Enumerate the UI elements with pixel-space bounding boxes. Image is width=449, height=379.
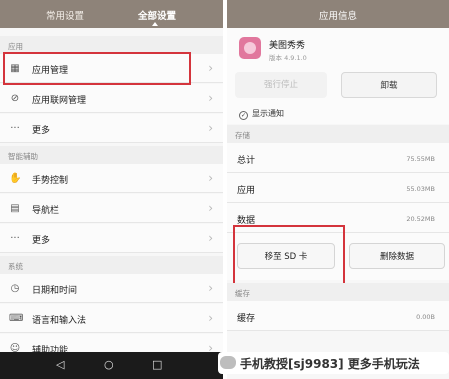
storage-row-total: 总计 75.55MB	[227, 143, 449, 173]
chevron-right-icon: ›	[208, 201, 213, 215]
chevron-right-icon: ›	[208, 91, 213, 105]
chevron-right-icon: ›	[208, 281, 213, 295]
chevron-right-icon: ›	[208, 311, 213, 325]
notification-label: 显示通知	[252, 109, 284, 118]
app-info-screen: 应用信息 美图秀秀 版本 4.9.1.0 强行停止 卸载 ✓ 显示通知 存储 总计…	[227, 0, 449, 379]
wechat-watermark: 手机教授[sj9983] 更多手机玩法	[218, 352, 449, 374]
storage-key: 应用	[237, 186, 256, 196]
settings-item-label: 导航栏	[32, 206, 60, 216]
more-dots-icon: ···	[10, 123, 20, 134]
screenshot-stage: 常用设置 全部设置 应用 ▦ 应用管理 › ⊘ 应用联网管理 › ··· 更多 …	[0, 0, 449, 379]
force-stop-button[interactable]: 强行停止	[235, 72, 327, 98]
clear-data-button[interactable]: 删除数据	[349, 243, 445, 269]
section-header-storage: 存储	[227, 125, 449, 143]
gesture-icon: ✋	[9, 173, 22, 184]
settings-item-label: 日期和时间	[32, 286, 78, 296]
highlight-app-management	[3, 52, 191, 85]
android-navbar: ◁ ○ □	[0, 352, 223, 379]
navbar-icon: ▤	[10, 203, 20, 214]
app-info-titlebar: 应用信息	[227, 0, 449, 28]
section-header-cache: 缓存	[227, 283, 449, 301]
highlight-move-to-sd	[233, 225, 345, 287]
settings-item-language[interactable]: ⌨ 语言和输入法 ›	[0, 304, 223, 333]
meitu-app-icon	[239, 37, 261, 59]
active-tab-indicator	[152, 22, 158, 26]
page-title: 应用信息	[318, 11, 357, 22]
chevron-right-icon: ›	[208, 61, 213, 75]
network-icon: ⊘	[10, 93, 20, 104]
settings-titlebar: 常用设置 全部设置	[0, 0, 223, 28]
recents-icon[interactable]: □	[152, 358, 162, 371]
settings-item-navbar[interactable]: ▤ 导航栏 ›	[0, 194, 223, 223]
show-notification-toggle[interactable]: ✓ 显示通知	[239, 108, 284, 120]
settings-item-app-network[interactable]: ⊘ 应用联网管理 ›	[0, 84, 223, 113]
app-name: 美图秀秀	[269, 41, 306, 51]
settings-item-label: 更多	[32, 236, 51, 246]
settings-item-label: 应用联网管理	[32, 96, 87, 106]
app-version: 版本 4.9.1.0	[269, 54, 307, 62]
cache-key: 缓存	[237, 314, 256, 324]
watermark-text: 手机教授[sj9983] 更多手机玩法	[240, 357, 420, 371]
keyboard-icon: ⌨	[9, 313, 24, 324]
cache-row: 缓存 0.00B	[227, 301, 449, 331]
more-dots-icon: ···	[10, 233, 20, 244]
settings-item-gesture[interactable]: ✋ 手势控制 ›	[0, 164, 223, 193]
settings-item-label: 手势控制	[32, 176, 69, 186]
settings-item-more-apps[interactable]: ··· 更多 ›	[0, 114, 223, 143]
storage-value: 20.52MB	[406, 215, 435, 223]
storage-key: 总计	[237, 156, 256, 166]
section-header-system: 系统	[0, 256, 223, 274]
storage-value: 75.55MB	[406, 155, 435, 163]
checkbox-icon: ✓	[239, 111, 248, 120]
clock-icon: ◷	[10, 283, 20, 294]
section-header-assist: 智能辅助	[0, 146, 223, 164]
uninstall-button[interactable]: 卸载	[341, 72, 437, 98]
storage-value: 55.03MB	[406, 185, 435, 193]
chevron-right-icon: ›	[208, 171, 213, 185]
settings-item-label: 语言和输入法	[32, 316, 87, 326]
storage-row-app: 应用 55.03MB	[227, 173, 449, 203]
chevron-right-icon: ›	[208, 231, 213, 245]
settings-item-label: 更多	[32, 126, 51, 136]
back-icon[interactable]: ◁	[56, 358, 64, 371]
settings-item-date-time[interactable]: ◷ 日期和时间 ›	[0, 274, 223, 303]
home-icon[interactable]: ○	[104, 358, 114, 371]
chevron-right-icon: ›	[208, 121, 213, 135]
tab-common-settings[interactable]: 常用设置	[46, 8, 84, 22]
settings-screen: 常用设置 全部设置 应用 ▦ 应用管理 › ⊘ 应用联网管理 › ··· 更多 …	[0, 0, 223, 379]
tab-all-settings[interactable]: 全部设置	[138, 8, 176, 22]
wechat-icon	[220, 356, 236, 369]
cache-value: 0.00B	[416, 313, 435, 321]
settings-item-more-assist[interactable]: ··· 更多 ›	[0, 224, 223, 253]
